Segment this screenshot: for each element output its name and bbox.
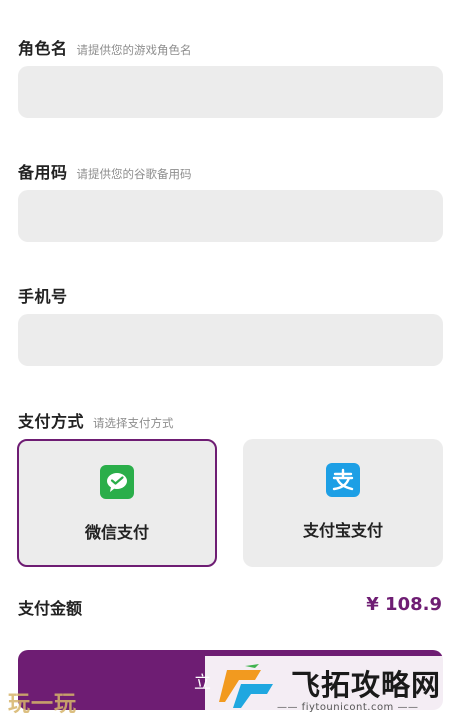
payment-label: 支付方式 [18, 412, 85, 431]
fly-logo-icon [219, 664, 273, 708]
wechat-pay-option[interactable]: 微信支付 [17, 439, 217, 567]
role-name-input[interactable] [18, 66, 443, 118]
amount-value: ¥ 108.9 [366, 594, 442, 615]
watermark-left: 玩一玩 [8, 692, 78, 717]
role-name-hint: 请提供您的游戏角色名 [76, 43, 192, 57]
watermark-right: 飞拓攻略网 —— fiytounicont.com —— [205, 656, 460, 721]
phone-label-row: 手机号 [18, 283, 68, 307]
watermark-url: —— fiytounicont.com —— [277, 702, 419, 713]
phone-input[interactable] [18, 314, 443, 366]
backup-code-hint: 请提供您的谷歌备用码 [76, 167, 192, 181]
phone-label: 手机号 [18, 287, 68, 306]
payment-hint: 请选择支付方式 [93, 416, 174, 430]
role-name-label: 角色名 [18, 39, 68, 58]
alipay-option[interactable]: 支付宝支付 [243, 439, 443, 567]
wechat-pay-label: 微信支付 [84, 523, 149, 542]
payment-label-row: 支付方式 请选择支付方式 [18, 408, 174, 432]
backup-code-label: 备用码 [18, 163, 68, 182]
backup-code-input[interactable] [18, 190, 443, 242]
amount-label: 支付金额 [18, 599, 83, 618]
role-name-label-row: 角色名 请提供您的游戏角色名 [18, 35, 192, 59]
watermark-title: 飞拓攻略网 [291, 668, 442, 702]
alipay-icon [326, 463, 360, 497]
alipay-label: 支付宝支付 [302, 521, 383, 540]
wechat-pay-icon [100, 465, 134, 499]
backup-code-label-row: 备用码 请提供您的谷歌备用码 [18, 159, 192, 183]
